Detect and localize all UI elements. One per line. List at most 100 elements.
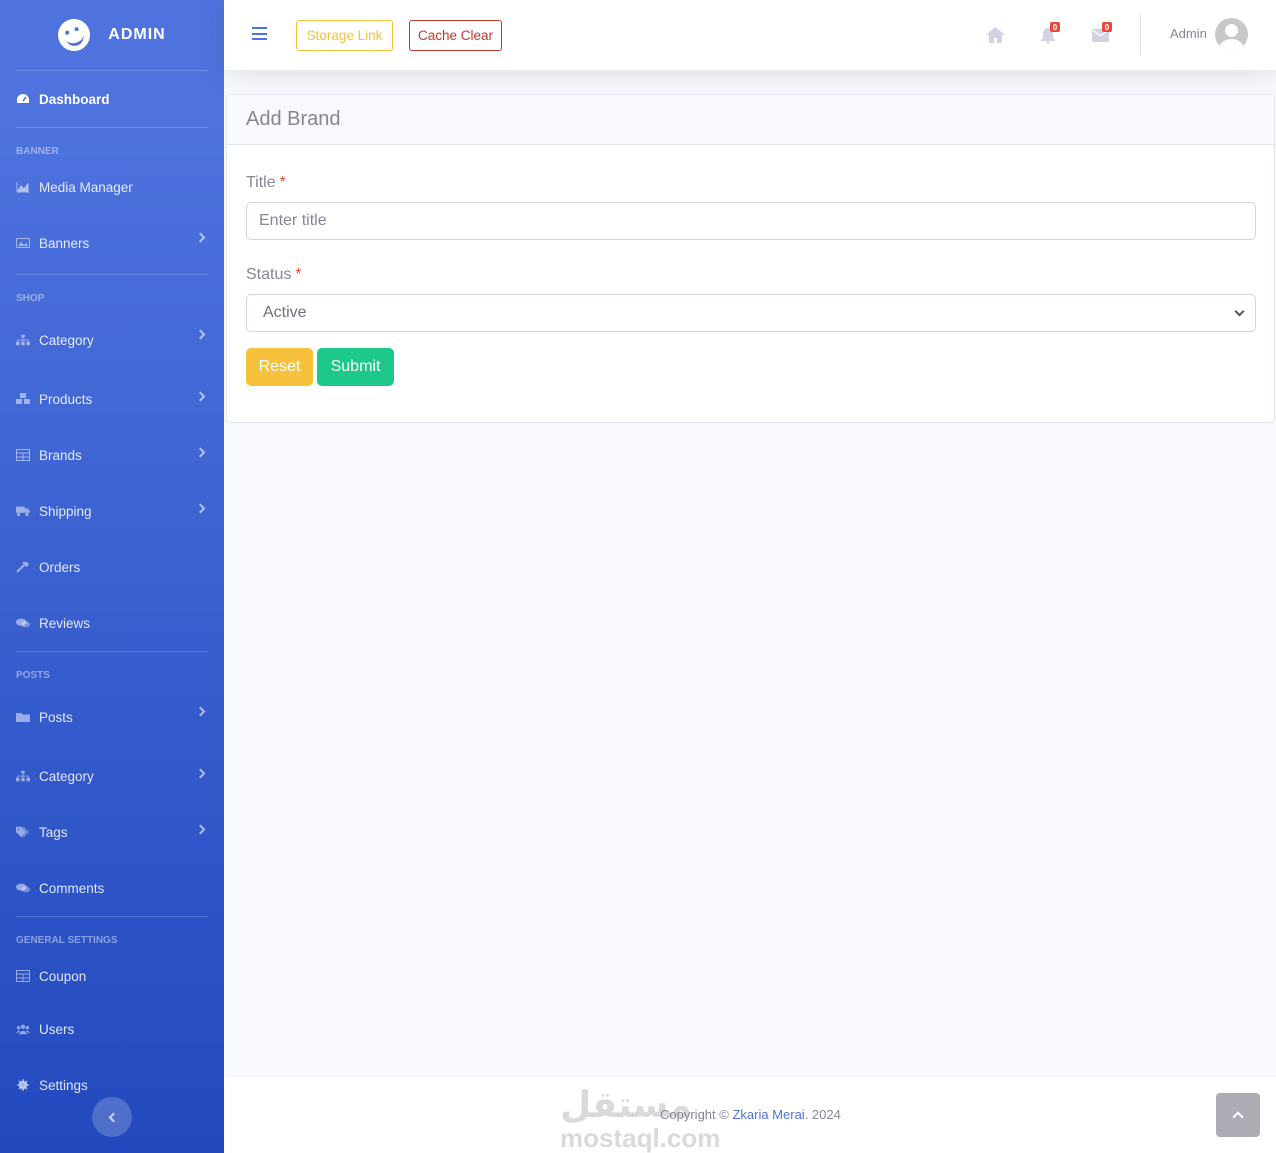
title-label-text: Title [246, 174, 276, 191]
chevron-up-icon [1232, 1111, 1244, 1123]
reset-button[interactable]: Reset [246, 348, 313, 386]
sidebar-item-comments[interactable]: Comments [0, 860, 224, 916]
sidebar-item-label: Tags [39, 824, 68, 840]
sidebar-item-label: Users [39, 1021, 75, 1037]
chevron-right-icon [195, 824, 206, 835]
brand-text: ADMIN [108, 26, 166, 43]
sidebar-item-banners[interactable]: Banners [0, 212, 224, 274]
sidebar-item-label: Posts [39, 709, 73, 725]
sidebar-item-media-manager[interactable]: Media Manager [0, 162, 224, 212]
required-mark: * [279, 174, 286, 191]
truck-icon [16, 505, 30, 517]
chevron-right-icon [195, 391, 206, 402]
sidebar-item-tags[interactable]: Tags [0, 804, 224, 860]
chevron-left-icon [108, 1112, 119, 1122]
scroll-to-top-button[interactable] [1216, 1093, 1260, 1137]
sidebar-item-label: Settings [39, 1077, 88, 1093]
sidebar-item-label: Shipping [39, 503, 92, 519]
sidebar-item-label: Coupon [39, 968, 87, 984]
table-icon [16, 970, 30, 982]
sidebar-heading-general-settings: GENERAL SETTINGS [16, 935, 118, 946]
sidebar-item-dashboard[interactable]: Dashboard [0, 71, 224, 127]
sitemap-icon [16, 770, 30, 782]
sidebar-item-products[interactable]: Products [0, 371, 224, 427]
sidebar-item-label: Media Manager [39, 179, 133, 195]
sidebar-item-reviews[interactable]: Reviews [0, 595, 224, 651]
sidebar-item-label: Dashboard [39, 91, 110, 107]
table-icon [16, 449, 30, 461]
footer: مستقل mostaql.com Copyright © Zkaria Mer… [224, 1077, 1276, 1153]
storage-link-button[interactable]: Storage Link [296, 20, 393, 51]
sidebar-item-label: Products [39, 391, 93, 407]
avatar[interactable] [1215, 18, 1248, 51]
tags-icon [16, 826, 30, 838]
user-name[interactable]: Admin [1170, 26, 1207, 41]
users-icon [16, 1023, 30, 1035]
watermark-latin: mostaql.com [560, 1123, 721, 1153]
sidebar-item-posts[interactable]: Posts [0, 686, 224, 748]
copyright: Copyright © Zkaria Merai. 2024 [660, 1107, 841, 1122]
sidebar-brand[interactable]: ADMIN [0, 0, 224, 70]
topbar-divider [1140, 14, 1141, 56]
card-title: Add Brand [227, 95, 1274, 145]
sidebar-item-label: Brands [39, 447, 82, 463]
messages-badge: 0 [1102, 22, 1112, 32]
topbar: Storage Link Cache Clear 0 0 Admin [224, 0, 1276, 70]
sidebar-item-label: Category [39, 768, 94, 784]
submit-button[interactable]: Submit [317, 348, 394, 386]
sidebar: ADMIN Dashboard BANNER Media Manager Ban… [0, 0, 224, 1153]
cache-clear-button[interactable]: Cache Clear [409, 20, 502, 51]
chevron-right-icon [195, 329, 206, 340]
bars-icon-line [252, 38, 267, 40]
notifications-button[interactable]: 0 [1038, 22, 1060, 45]
chevron-right-icon [195, 232, 206, 243]
copyright-year: . 2024 [804, 1107, 841, 1122]
folder-icon [16, 711, 30, 723]
sidebar-item-shop-category[interactable]: Category [0, 309, 224, 371]
cog-icon [16, 1079, 30, 1091]
home-icon[interactable] [985, 25, 1005, 45]
chart-area-icon [16, 181, 30, 193]
tachometer-icon [16, 93, 30, 105]
sidebar-item-shipping[interactable]: Shipping [0, 483, 224, 539]
sidebar-item-orders[interactable]: Orders [0, 539, 224, 595]
status-selected-value: Active [263, 304, 307, 321]
hammer-icon [16, 561, 30, 573]
notifications-badge: 0 [1050, 22, 1060, 32]
comments-icon [16, 882, 30, 894]
sidebar-item-users[interactable]: Users [0, 1001, 224, 1057]
sidebar-item-label: Comments [39, 880, 105, 896]
sidebar-heading-banner: BANNER [16, 146, 59, 157]
menu-toggle-button[interactable] [252, 27, 267, 41]
chevron-right-icon [195, 768, 206, 779]
add-brand-card: Add Brand Title * Enter title Status * Act… [226, 94, 1275, 423]
bars-icon-line [252, 32, 267, 35]
sidebar-item-coupon[interactable]: Coupon [0, 951, 224, 1001]
comments-icon [16, 617, 30, 629]
chevron-down-icon [1234, 306, 1245, 317]
sidebar-item-label: Category [39, 332, 94, 348]
status-select[interactable]: Active [246, 294, 1256, 332]
status-label-text: Status [246, 266, 292, 283]
copyright-prefix: Copyright © [660, 1107, 729, 1122]
sidebar-item-label: Orders [39, 559, 81, 575]
title-label: Title * [246, 174, 286, 192]
sidebar-item-brands[interactable]: Brands [0, 427, 224, 483]
sidebar-heading-shop: SHOP [16, 293, 45, 304]
title-input[interactable]: Enter title [246, 202, 1256, 240]
required-mark: * [295, 266, 302, 283]
cubes-icon [16, 393, 30, 405]
copyright-author-link[interactable]: Zkaria Merai [732, 1107, 804, 1122]
chevron-right-icon [195, 706, 206, 717]
sidebar-toggle-button[interactable] [92, 1097, 132, 1137]
sidebar-heading-posts: POSTS [16, 670, 50, 681]
messages-button[interactable]: 0 [1090, 22, 1112, 45]
sidebar-item-post-category[interactable]: Category [0, 748, 224, 804]
image-icon [16, 237, 30, 249]
sidebar-item-label: Banners [39, 235, 90, 251]
sitemap-icon [16, 334, 30, 346]
bars-icon [252, 27, 267, 29]
chevron-right-icon [195, 447, 206, 458]
chevron-right-icon [195, 503, 206, 514]
laugh-wink-icon [54, 15, 94, 55]
